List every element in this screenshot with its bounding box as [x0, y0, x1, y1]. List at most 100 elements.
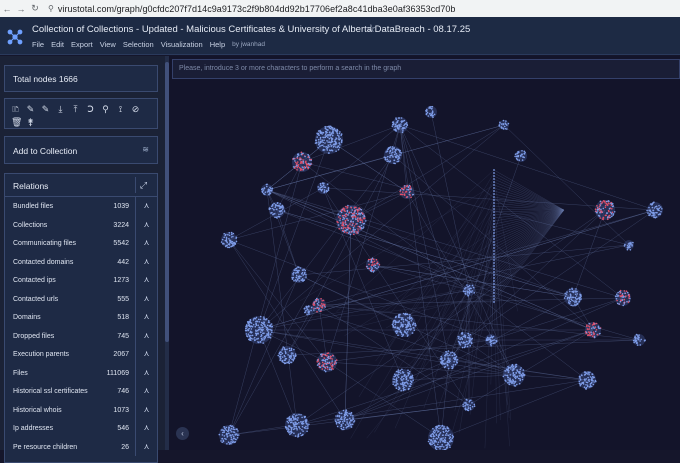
graph-node[interactable]	[493, 271, 495, 273]
graph-node-cluster[interactable]	[392, 117, 409, 133]
add-to-collection-button[interactable]: Add to Collection ≋	[4, 136, 158, 164]
graph-node[interactable]	[493, 259, 495, 261]
graph-node[interactable]	[493, 265, 495, 267]
graph-node[interactable]	[493, 199, 495, 201]
graph-node[interactable]	[493, 229, 495, 231]
graph-node[interactable]	[493, 190, 495, 192]
relation-row[interactable]: Communicating files5542⋏	[5, 234, 157, 253]
graph-node-cluster[interactable]	[219, 425, 240, 445]
expand-relation-icon[interactable]: ⋏	[135, 234, 157, 253]
site-info-icon[interactable]: ⚲	[48, 4, 54, 13]
menu-visualization[interactable]: Visualization	[161, 40, 203, 49]
graph-node-cluster[interactable]	[399, 185, 414, 199]
graph-node[interactable]	[493, 301, 495, 303]
graph-canvas[interactable]: Please, introduce 3 or more characters t…	[169, 56, 680, 450]
graph-node-cluster[interactable]	[564, 288, 582, 307]
graph-node[interactable]	[493, 235, 495, 237]
filter-icon[interactable]: ⚵	[26, 116, 35, 128]
graph-node[interactable]	[493, 178, 495, 180]
graph-node[interactable]	[493, 208, 495, 210]
graph-node[interactable]	[493, 250, 495, 252]
graph-node[interactable]	[493, 175, 495, 177]
graph-node-cluster[interactable]	[315, 125, 343, 154]
expand-relation-icon[interactable]: ⋏	[135, 253, 157, 272]
graph-node-cluster[interactable]	[440, 350, 459, 369]
relation-row[interactable]: Bundled files1039⋏	[5, 197, 157, 216]
expand-relation-icon[interactable]: ⋏	[135, 438, 157, 457]
graph-node-cluster[interactable]	[316, 352, 337, 372]
relation-row[interactable]: Dropped files745⋏	[5, 327, 157, 346]
graph-visualization[interactable]	[169, 80, 680, 450]
graph-node-cluster[interactable]	[585, 322, 602, 338]
graph-node-cluster[interactable]	[384, 146, 403, 164]
graph-node-cluster[interactable]	[425, 106, 437, 118]
graph-node-cluster[interactable]	[277, 346, 296, 364]
graph-node-cluster[interactable]	[261, 184, 273, 197]
download-icon[interactable]: ⤓	[56, 103, 65, 115]
graph-node[interactable]	[493, 226, 495, 228]
collapse-panel-icon[interactable]: ‹	[176, 427, 189, 440]
graph-node-cluster[interactable]	[646, 201, 663, 218]
graph-node[interactable]	[493, 211, 495, 213]
menu-export[interactable]: Export	[71, 40, 93, 49]
edit-node-icon[interactable]: ✎	[41, 103, 50, 115]
relation-row[interactable]: Pe resource children26⋏	[5, 438, 157, 457]
menu-file[interactable]: File	[32, 40, 44, 49]
graph-node-cluster[interactable]	[485, 334, 498, 347]
forward-icon[interactable]: →	[14, 4, 28, 14]
graph-node[interactable]	[493, 232, 495, 234]
hide-icon[interactable]: ⊘	[131, 103, 140, 115]
relation-row[interactable]: Historical ssl certificates746⋏	[5, 382, 157, 401]
pin-icon[interactable]: ⟟	[116, 103, 125, 115]
relation-row[interactable]: Files111069⋏	[5, 364, 157, 383]
expand-relation-icon[interactable]: ⋏	[135, 197, 157, 216]
graph-node[interactable]	[493, 181, 495, 183]
graph-node[interactable]	[493, 184, 495, 186]
graph-node[interactable]	[493, 286, 495, 288]
graph-node-cluster[interactable]	[595, 200, 616, 220]
graph-node[interactable]	[493, 193, 495, 195]
graph-node-cluster[interactable]	[292, 152, 312, 173]
graph-node[interactable]	[493, 277, 495, 279]
graph-node-cluster[interactable]	[578, 371, 597, 390]
graph-node[interactable]	[493, 292, 495, 294]
expand-relation-icon[interactable]: ⋏	[135, 382, 157, 401]
graph-node-cluster[interactable]	[633, 334, 646, 346]
expand-relation-icon[interactable]: ⋏	[135, 345, 157, 364]
graph-node[interactable]	[493, 253, 495, 255]
graph-node[interactable]	[493, 268, 495, 270]
expand-relation-icon[interactable]: ⋏	[135, 419, 157, 438]
relation-row[interactable]: Execution parents2067⋏	[5, 345, 157, 364]
expand-relations-icon[interactable]: ⤢	[135, 177, 151, 193]
address-bar[interactable]: virustotal.com/graph/g0cfdc207f7d14c9a91…	[58, 4, 456, 14]
search-icon[interactable]: ⚲	[101, 103, 110, 115]
graph-node-cluster[interactable]	[503, 364, 526, 387]
graph-node-cluster[interactable]	[462, 399, 475, 412]
graph-node-cluster[interactable]	[392, 313, 417, 337]
graph-node-cluster[interactable]	[269, 202, 286, 219]
graph-node[interactable]	[493, 220, 495, 222]
graph-node-cluster[interactable]	[514, 150, 527, 162]
graph-title[interactable]: Collection of Collections - Updated - Ma…	[32, 24, 470, 35]
reload-icon[interactable]: ↻	[28, 3, 42, 14]
relation-row[interactable]: Historical whois1073⋏	[5, 401, 157, 420]
relation-row[interactable]: Domains518⋏	[5, 308, 157, 327]
graph-node-cluster[interactable]	[457, 332, 473, 348]
graph-node[interactable]	[493, 196, 495, 198]
star-icon[interactable]: ☆	[366, 22, 376, 35]
graph-node[interactable]	[493, 241, 495, 243]
graph-node[interactable]	[493, 256, 495, 258]
graph-node-cluster[interactable]	[334, 409, 355, 430]
graph-node-cluster[interactable]	[317, 182, 329, 194]
graph-node-cluster[interactable]	[221, 232, 237, 248]
menu-view[interactable]: View	[100, 40, 116, 49]
graph-node-cluster[interactable]	[366, 257, 380, 272]
expand-relation-icon[interactable]: ⋏	[135, 401, 157, 420]
graph-node[interactable]	[493, 295, 495, 297]
upload-icon[interactable]: ⤒	[71, 103, 80, 115]
graph-node[interactable]	[493, 169, 495, 171]
edit-icon[interactable]: ✎	[26, 103, 35, 115]
graph-node[interactable]	[493, 289, 495, 291]
graph-node[interactable]	[493, 262, 495, 264]
group-icon[interactable]: Ↄ	[86, 103, 95, 115]
